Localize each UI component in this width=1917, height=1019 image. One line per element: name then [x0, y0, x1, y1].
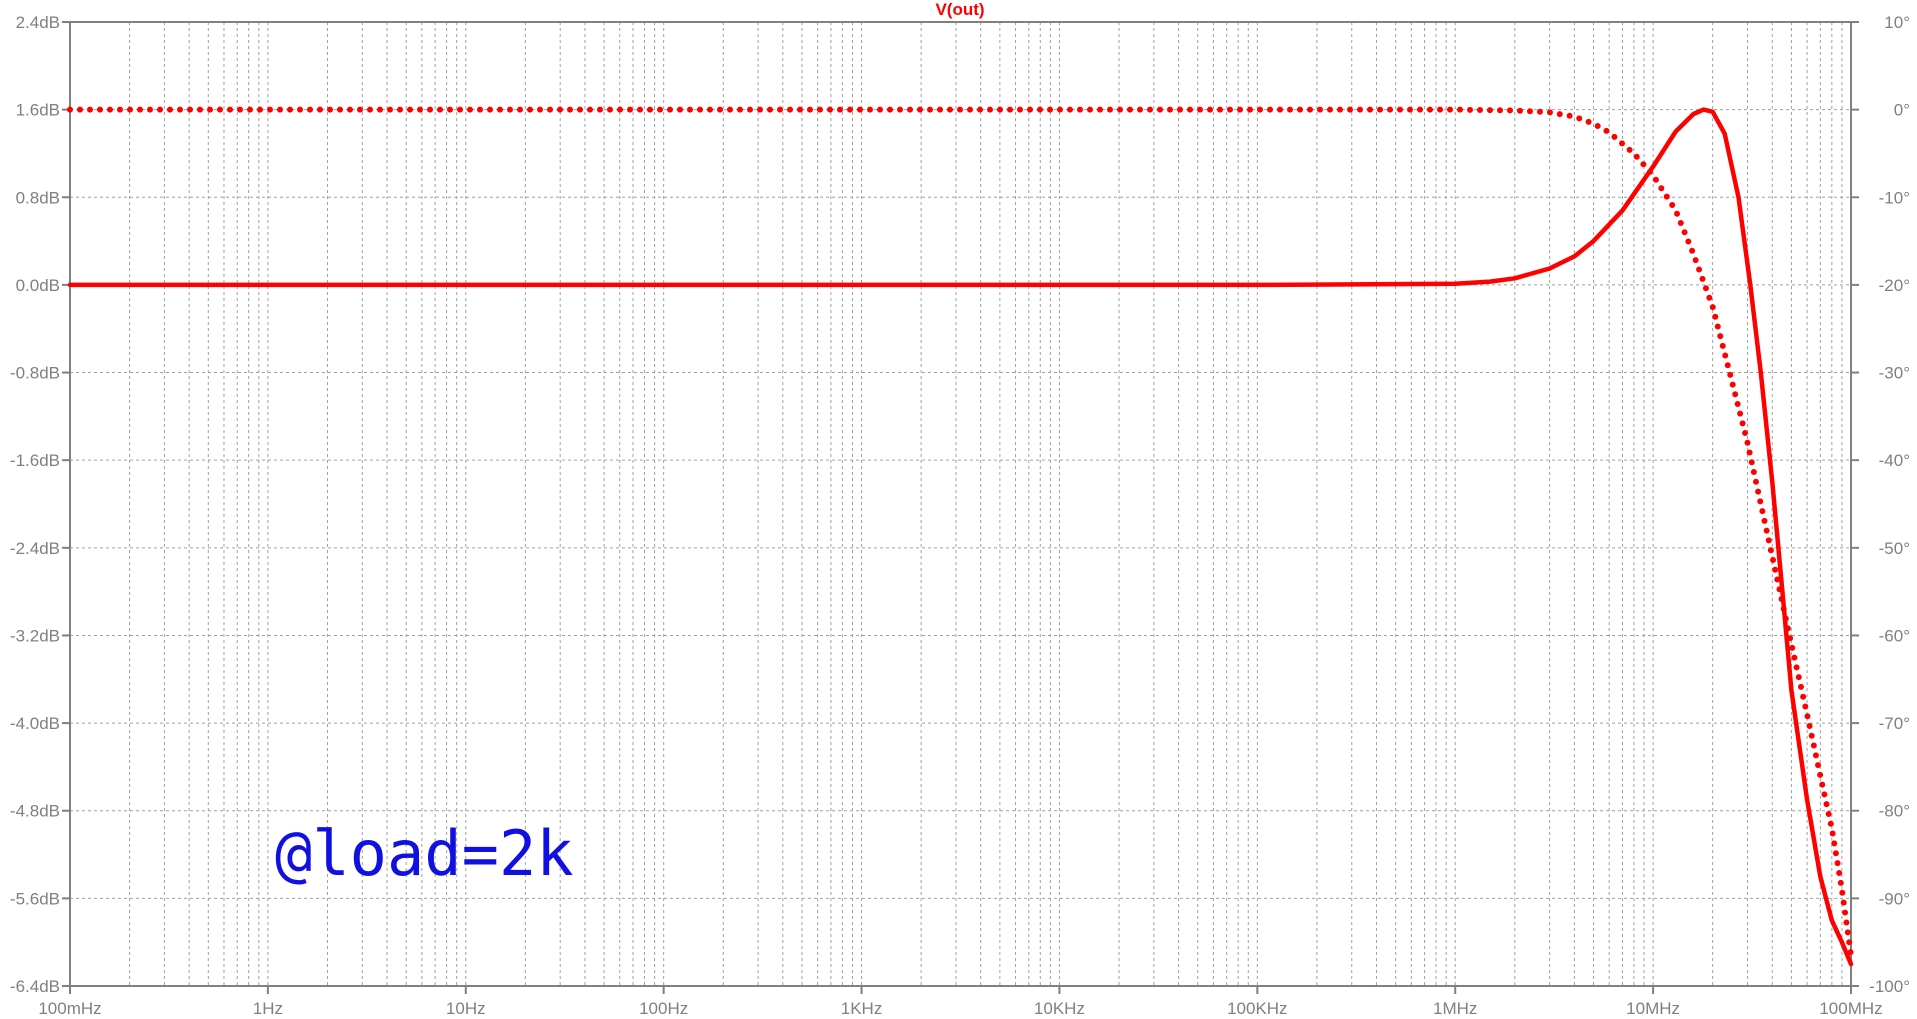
x-tick-label: 10Hz: [446, 999, 486, 1018]
x-tick-label: 10KHz: [1034, 999, 1085, 1018]
x-tick-label: 100Hz: [639, 999, 688, 1018]
right-tick-label: -100°: [1869, 977, 1910, 996]
left-tick-label: -5.6dB: [10, 889, 60, 908]
left-tick-label: 1.6dB: [16, 101, 60, 120]
left-tick-label: -6.4dB: [10, 977, 60, 996]
left-tick-label: -1.6dB: [10, 451, 60, 470]
right-tick-label: -60°: [1879, 626, 1910, 645]
x-tick-label: 100KHz: [1227, 999, 1287, 1018]
left-tick-label: -2.4dB: [10, 539, 60, 558]
left-tick-label: 0.0dB: [16, 276, 60, 295]
right-tick-label: -80°: [1879, 802, 1910, 821]
right-tick-label: -10°: [1879, 188, 1910, 207]
x-tick-label: 100mHz: [38, 999, 101, 1018]
x-tick-label: 10MHz: [1626, 999, 1680, 1018]
left-tick-label: 0.8dB: [16, 188, 60, 207]
left-tick-label: -4.0dB: [10, 714, 60, 733]
left-tick-label: -4.8dB: [10, 802, 60, 821]
x-tick-label: 1Hz: [253, 999, 283, 1018]
right-tick-label: -30°: [1879, 364, 1910, 383]
load-annotation: @load=2k: [275, 817, 574, 890]
chart-title: V(out): [935, 0, 984, 19]
right-tick-label: 10°: [1884, 13, 1910, 32]
x-tick-label: 100MHz: [1819, 999, 1882, 1018]
right-tick-label: -90°: [1879, 889, 1910, 908]
right-tick-label: -20°: [1879, 276, 1910, 295]
left-tick-label: -3.2dB: [10, 626, 60, 645]
bode-plot: V(out) 2.4dB 1.6dB 0.8dB 0.0dB -0.8dB -1.6dB -…: [0, 0, 1917, 1019]
right-tick-label: -50°: [1879, 539, 1910, 558]
right-tick-label: -70°: [1879, 714, 1910, 733]
left-tick-label: 2.4dB: [16, 13, 60, 32]
x-tick-label: 1MHz: [1433, 999, 1477, 1018]
right-tick-label: -40°: [1879, 451, 1910, 470]
right-tick-label: 0°: [1894, 101, 1910, 120]
left-tick-label: -0.8dB: [10, 364, 60, 383]
x-tick-label: 1KHz: [841, 999, 883, 1018]
